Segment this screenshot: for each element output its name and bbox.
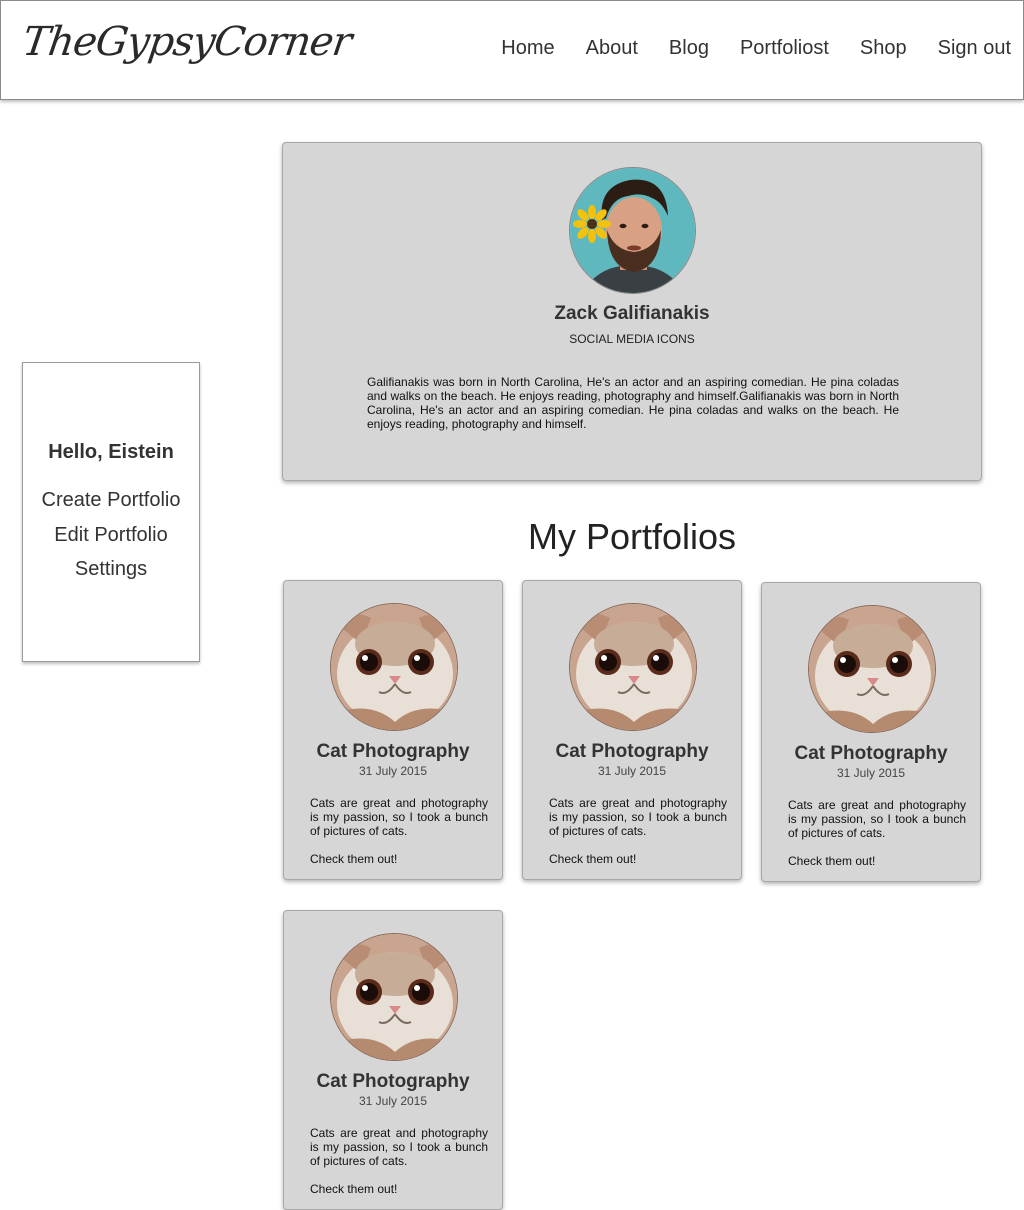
profile-bio: Galifianakis was born in North Carolina,… [367,375,899,431]
social-media-icons[interactable]: SOCIAL MEDIA ICONS [283,332,981,346]
card-cta[interactable]: Check them out! [549,852,636,866]
sidebar-links: Create Portfolio Edit Portfolio Settings [23,483,199,587]
profile-card: Zack Galifianakis SOCIAL MEDIA ICONS Gal… [282,142,982,481]
card-title: Cat Photography [794,743,948,764]
nav-shop[interactable]: Shop [860,37,907,60]
nav-sign-out[interactable]: Sign out [938,37,1011,60]
nav-home[interactable]: Home [501,37,554,60]
card-description: Cats are great and photography is my pas… [549,796,727,838]
user-sidebar: Hello, Eistein Create Portfolio Edit Por… [22,362,200,662]
portfolio-card[interactable]: Cat Photography 31 July 2015 Cats are gr… [283,910,503,1210]
profile-name: Zack Galifianakis [554,303,710,324]
card-date: 31 July 2015 [597,764,667,778]
profile-avatar [569,167,696,294]
card-description: Cats are great and photography is my pas… [788,798,966,840]
cat-avatar [808,605,936,733]
portfolio-card[interactable]: Cat Photography 31 July 2015 Cats are gr… [283,580,503,880]
site-logo[interactable]: TheGypsyCorner [20,19,354,65]
card-date: 31 July 2015 [358,764,428,778]
card-title: Cat Photography [555,741,709,762]
cat-avatar [330,933,458,1061]
card-cta[interactable]: Check them out! [310,852,397,866]
card-description: Cats are great and photography is my pas… [310,1126,488,1168]
card-date: 31 July 2015 [836,766,906,780]
main-nav: Home About Blog Portfoliost Shop Sign ou… [470,37,1011,60]
portfolio-card[interactable]: Cat Photography 31 July 2015 Cats are gr… [522,580,742,880]
card-title: Cat Photography [316,741,470,762]
card-date: 31 July 2015 [358,1094,428,1108]
site-header: TheGypsyCorner Home About Blog Portfolio… [0,0,1024,100]
cat-avatar [330,603,458,731]
sidebar-create-portfolio[interactable]: Create Portfolio [23,483,199,518]
user-greeting: Hello, Eistein [48,441,174,463]
card-cta[interactable]: Check them out! [310,1182,397,1196]
portfolio-card[interactable]: Cat Photography 31 July 2015 Cats are gr… [761,582,981,882]
flower-icon [573,205,611,243]
cat-avatar [569,603,697,731]
card-cta[interactable]: Check them out! [788,854,875,868]
card-description: Cats are great and photography is my pas… [310,796,488,838]
sidebar-settings[interactable]: Settings [23,552,199,587]
portfolios-heading: My Portfolios [527,516,737,557]
card-title: Cat Photography [316,1071,470,1092]
nav-blog[interactable]: Blog [669,37,709,60]
nav-portfolio[interactable]: Portfoliost [740,37,829,60]
sidebar-edit-portfolio[interactable]: Edit Portfolio [23,518,199,553]
nav-about[interactable]: About [586,37,638,60]
